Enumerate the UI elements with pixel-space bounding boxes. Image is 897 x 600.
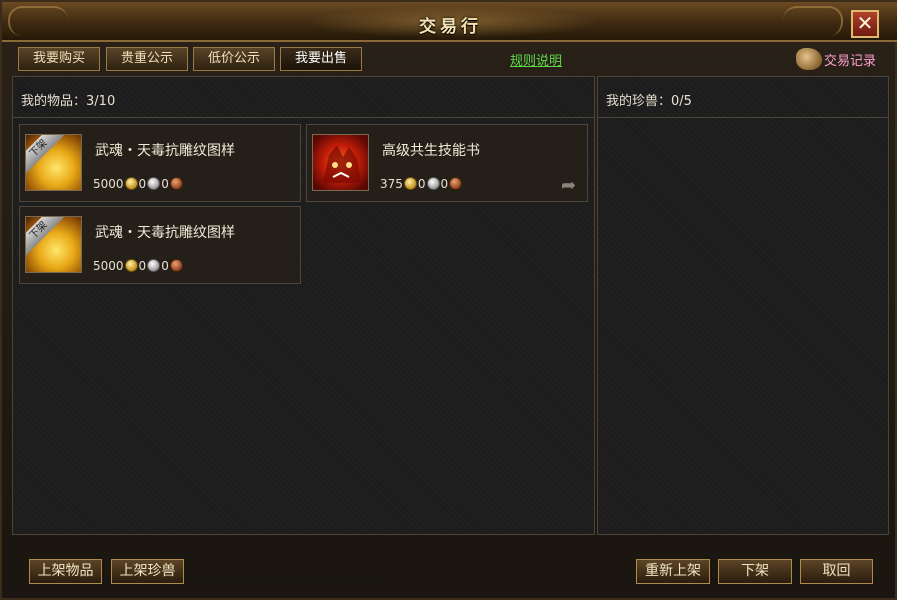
- copper-coin-icon: [169, 259, 183, 272]
- copper-amount: 0: [440, 177, 449, 191]
- tab-buy[interactable]: 我要购买: [18, 47, 100, 71]
- item-name: 高级共生技能书: [382, 143, 480, 159]
- retrieve-button[interactable]: 取回: [800, 559, 873, 584]
- tab-valuable-notice[interactable]: 贵重公示: [106, 47, 188, 71]
- list-item-button[interactable]: 上架物品: [29, 559, 102, 584]
- gold-coin-icon: [403, 177, 417, 190]
- my-pets-label: 我的珍兽：0/5: [606, 90, 692, 109]
- my-pets-panel: 我的珍兽：0/5: [597, 76, 889, 535]
- delisted-badge: 下架: [26, 135, 64, 174]
- my-items-label: 我的物品：3/10: [21, 90, 115, 109]
- relist-button[interactable]: 重新上架: [636, 559, 710, 584]
- silver-amount: 0: [138, 177, 147, 191]
- my-items-panel: 我的物品：3/10 下架 武魂・天毒抗雕纹图样 500000 高级共生技能书: [12, 76, 595, 535]
- item-name: 武魂・天毒抗雕纹图样: [95, 143, 235, 159]
- copper-coin-icon: [169, 177, 183, 190]
- gold-amount: 375: [380, 177, 403, 191]
- rules-link[interactable]: 规则说明: [510, 50, 562, 69]
- item-price: 5000 0 0: [93, 177, 184, 191]
- list-pet-button[interactable]: 上架珍兽: [111, 559, 184, 584]
- my-items-header: 我的物品：3/10: [13, 77, 594, 118]
- trade-history-label: 交易记录: [824, 54, 877, 69]
- scroll-icon: [796, 48, 822, 70]
- item-card[interactable]: 下架 武魂・天毒抗雕纹图样 5000 0 0: [19, 206, 301, 284]
- gold-coin-icon: [124, 177, 138, 190]
- close-icon: ✕: [856, 11, 874, 35]
- copper-coin-icon: [449, 177, 463, 190]
- silver-amount: 0: [138, 259, 147, 273]
- my-items-label-text: 我的物品：: [21, 94, 87, 109]
- my-pets-label-text: 我的珍兽：: [606, 94, 672, 109]
- item-card[interactable]: 下架 武魂・天毒抗雕纹图样 5000 0 0: [19, 124, 301, 202]
- my-items-count: 3/10: [86, 94, 116, 109]
- copper-amount: 0: [161, 177, 169, 191]
- gold-coin-icon: [124, 259, 138, 272]
- share-arrow-icon[interactable]: ➦: [561, 177, 583, 195]
- window-title: 交易行: [419, 17, 482, 37]
- trade-window: 交易行 ✕ 我要购买 贵重公示 低价公示 我要出售 规则说明 交易记录 我的物品…: [0, 0, 897, 600]
- red-beast-icon: [312, 134, 369, 191]
- silver-coin-icon: [426, 177, 440, 190]
- close-button[interactable]: ✕: [851, 10, 879, 38]
- silver-coin-icon: [147, 177, 161, 190]
- my-pets-count: 0/5: [671, 94, 692, 109]
- tab-bar: 我要购买 贵重公示 低价公示 我要出售 规则说明 交易记录: [2, 42, 897, 74]
- gold-pattern-icon: 下架: [25, 134, 82, 191]
- item-card[interactable]: 高级共生技能书 375 0 0 ➦: [306, 124, 588, 202]
- item-price: 5000 0 0: [93, 259, 184, 273]
- title-bar: 交易行 ✕: [2, 2, 897, 42]
- tab-lowprice-notice[interactable]: 低价公示: [193, 47, 275, 71]
- copper-amount: 0: [161, 259, 169, 273]
- tab-sell[interactable]: 我要出售: [280, 47, 362, 71]
- delist-button[interactable]: 下架: [718, 559, 792, 584]
- item-price: 375 0 0: [380, 177, 463, 191]
- delisted-badge: 下架: [26, 217, 64, 256]
- gold-pattern-icon: 下架: [25, 216, 82, 273]
- gold-amount: 5000: [93, 259, 124, 273]
- gold-amount: 5000: [93, 177, 124, 191]
- beast-face-icon: [323, 145, 361, 183]
- silver-amount: 0: [417, 177, 426, 191]
- silver-coin-icon: [147, 259, 161, 272]
- my-pets-header: 我的珍兽：0/5: [598, 77, 888, 118]
- item-name: 武魂・天毒抗雕纹图样: [95, 225, 235, 241]
